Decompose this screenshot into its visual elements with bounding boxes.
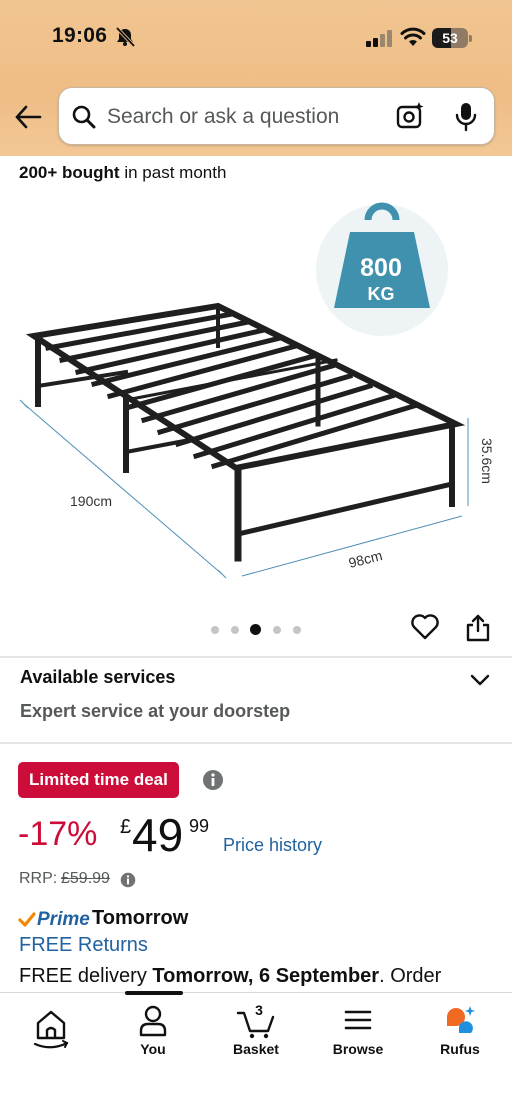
- status-time: 19:06: [52, 24, 108, 47]
- bell-off-icon: [115, 27, 136, 47]
- menu-icon: [344, 1010, 372, 1030]
- bed-frame: [25, 302, 466, 562]
- heart-icon[interactable]: [410, 612, 440, 642]
- share-icon[interactable]: [465, 613, 491, 643]
- prime-label: Prime: [37, 909, 90, 930]
- info-icon[interactable]: [120, 872, 136, 888]
- services-subtitle: Expert service at your doorstep: [20, 701, 291, 721]
- battery-percent: 53: [442, 30, 458, 46]
- carousel-dot[interactable]: [231, 626, 239, 634]
- camera-lens-icon[interactable]: [396, 101, 426, 131]
- search-icon: [72, 105, 96, 129]
- price-fraction: 99: [189, 816, 210, 836]
- rufus-icon: [447, 1006, 475, 1033]
- signal-icon: [366, 30, 392, 47]
- nav-browse[interactable]: Browse: [313, 993, 403, 1073]
- weight-badge-number: 800: [360, 254, 402, 282]
- image-carousel-dots[interactable]: [205, 622, 305, 636]
- wifi-icon: [400, 27, 426, 46]
- carousel-dot[interactable]: [211, 626, 219, 634]
- nav-you-label: You: [140, 1041, 166, 1057]
- nav-rufus-label: Rufus: [440, 1041, 480, 1057]
- dimension-height: 35.6cm: [479, 438, 495, 484]
- price-currency: £: [120, 816, 132, 838]
- bottom-nav: You 3 Basket Browse Rufus: [0, 991, 512, 1109]
- price-history-link[interactable]: Price history: [223, 835, 322, 856]
- header: 19:06 53: [0, 0, 512, 156]
- nav-browse-label: Browse: [332, 1041, 384, 1057]
- carousel-dot[interactable]: [273, 626, 281, 634]
- nav-basket-label: Basket: [233, 1041, 279, 1057]
- rrp-value: £59.99: [61, 870, 110, 887]
- home-icon: [33, 1010, 69, 1049]
- discount-percent: -17%: [18, 815, 98, 853]
- rrp-label: RRP:: [19, 870, 58, 887]
- divider: [0, 656, 512, 658]
- dimension-lines: [19, 399, 469, 579]
- nav-basket[interactable]: 3 Basket: [211, 993, 301, 1073]
- carousel-dot-active[interactable]: [250, 624, 261, 635]
- dimension-length: 190cm: [70, 493, 112, 509]
- prime-delivery-day: Tomorrow: [92, 907, 189, 929]
- search-bar[interactable]: [58, 87, 495, 145]
- nav-rufus[interactable]: Rufus: [415, 993, 505, 1073]
- person-icon: [139, 1005, 167, 1037]
- prime-check-icon: [18, 912, 36, 927]
- basket-icon: [236, 1011, 275, 1039]
- nav-home[interactable]: [6, 993, 96, 1073]
- delivery-info: FREE delivery Tomorrow, 6 September. Ord…: [19, 965, 442, 987]
- microphone-icon[interactable]: [455, 102, 477, 132]
- weight-badge-unit: KG: [368, 284, 395, 304]
- back-arrow-icon[interactable]: [14, 104, 42, 130]
- price-whole: 49: [132, 809, 184, 861]
- dimension-width: 98cm: [347, 547, 384, 571]
- info-icon[interactable]: [202, 769, 224, 791]
- battery-indicator: 53: [432, 28, 472, 48]
- free-returns-link[interactable]: FREE Returns: [19, 934, 148, 957]
- carousel-dot[interactable]: [293, 626, 301, 634]
- services-title: Available services: [20, 667, 176, 687]
- deal-badge: Limited time deal: [18, 762, 179, 798]
- bought-count: 200+ bought in past month: [19, 163, 227, 182]
- divider: [0, 742, 512, 744]
- product-image[interactable]: 800 KG 190cm 98cm 35.6cm: [0, 190, 512, 600]
- nav-you[interactable]: You: [108, 993, 198, 1073]
- search-input[interactable]: [107, 100, 387, 134]
- chevron-down-icon[interactable]: [469, 672, 491, 688]
